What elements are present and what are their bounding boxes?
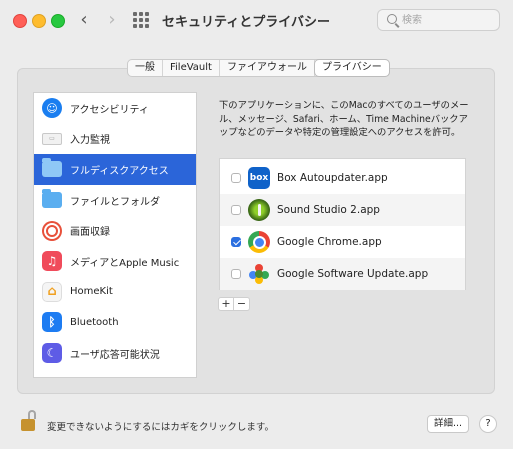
sidebar-item-label: ユーザ応答可能状況 xyxy=(70,349,160,361)
help-button[interactable]: ? xyxy=(479,415,497,433)
window-title: セキュリティとプライバシー xyxy=(162,15,330,30)
tab-bar: 一般 FileVault ファイアウォール プライバシー xyxy=(127,59,390,77)
music-icon: ♫ xyxy=(42,251,62,272)
list-item[interactable]: Sound Studio 2.app xyxy=(220,194,465,226)
sidebar-item-input-monitoring[interactable]: ▭ 入力監視 xyxy=(34,124,196,155)
security-privacy-window: ‹ › セキュリティとプライバシー 一般 FileVault ファイアウォール … xyxy=(0,0,513,449)
list-item[interactable]: Google Chrome.app xyxy=(220,226,465,258)
sidebar-item-media-apple-music[interactable]: ♫ メディアとApple Music xyxy=(34,246,196,277)
home-icon: ⌂ xyxy=(42,281,62,302)
tab-privacy[interactable]: プライバシー xyxy=(314,60,389,76)
sidebar-item-homekit[interactable]: ⌂ HomeKit xyxy=(34,277,196,308)
sidebar-item-label: 入力監視 xyxy=(70,135,110,147)
accessibility-icon: ☺ xyxy=(42,98,62,119)
chrome-icon xyxy=(248,231,270,253)
tab-general[interactable]: 一般 xyxy=(128,60,163,76)
forward-chevron-icon[interactable]: › xyxy=(102,10,122,30)
sidebar-item-label: Bluetooth xyxy=(70,316,119,328)
sidebar-item-focus-status[interactable]: ☾ ユーザ応答可能状況 xyxy=(34,338,196,369)
sidebar-item-bluetooth[interactable]: ᛒ Bluetooth xyxy=(34,307,196,338)
close-window-button[interactable] xyxy=(13,14,27,28)
app-name: Sound Studio 2.app xyxy=(277,204,380,216)
show-all-grid-icon[interactable] xyxy=(133,12,149,28)
sidebar-item-label: メディアとApple Music xyxy=(70,257,180,269)
app-checkbox[interactable] xyxy=(231,173,241,183)
app-name: Box Autoupdater.app xyxy=(277,172,388,184)
sidebar-item-label: ファイルとフォルダ xyxy=(70,196,160,208)
app-checkbox[interactable] xyxy=(231,237,241,247)
app-checkbox[interactable] xyxy=(231,205,241,215)
sidebar-item-label: 画面収録 xyxy=(70,227,110,239)
list-item[interactable]: box Box Autoupdater.app xyxy=(220,162,465,194)
sidebar-item-screen-recording[interactable]: 画面収録 xyxy=(34,215,196,246)
app-name: Google Chrome.app xyxy=(277,236,382,248)
screen-recording-icon xyxy=(42,220,62,241)
list-item[interactable]: Google Software Update.app xyxy=(220,258,465,290)
app-list[interactable]: box Box Autoupdater.app Sound Studio 2.a… xyxy=(219,158,466,290)
sidebar-item-label: フルディスクアクセス xyxy=(70,165,169,177)
tab-firewall[interactable]: ファイアウォール xyxy=(220,60,315,76)
lock-icon[interactable] xyxy=(21,410,36,432)
app-checkbox[interactable] xyxy=(231,269,241,279)
advanced-button[interactable]: 詳細... xyxy=(427,415,469,433)
privacy-category-list[interactable]: ☺ アクセシビリティ ▭ 入力監視 フルディスクアクセス ファイルとフォルダ 画… xyxy=(33,92,197,378)
folder-icon xyxy=(42,189,62,209)
bluetooth-icon: ᛒ xyxy=(42,312,62,333)
keyboard-icon: ▭ xyxy=(42,132,62,145)
search-icon xyxy=(387,14,397,24)
tab-filevault[interactable]: FileVault xyxy=(163,60,220,76)
sidebar-item-label: HomeKit xyxy=(70,286,113,298)
box-app-icon: box xyxy=(248,167,270,189)
zoom-window-button[interactable] xyxy=(51,14,65,28)
app-name: Google Software Update.app xyxy=(277,268,429,280)
folder-icon xyxy=(42,158,62,178)
sidebar-item-files-and-folders[interactable]: ファイルとフォルダ xyxy=(34,185,196,216)
back-chevron-icon[interactable]: ‹ xyxy=(74,10,94,30)
minimize-window-button[interactable] xyxy=(32,14,46,28)
remove-app-button[interactable]: − xyxy=(234,297,250,311)
search-input[interactable] xyxy=(402,12,492,28)
sidebar-item-accessibility[interactable]: ☺ アクセシビリティ xyxy=(34,93,196,124)
search-field[interactable] xyxy=(377,9,500,31)
lock-hint-text: 変更できないようにするにはカギをクリックします。 xyxy=(47,422,274,433)
focus-moon-icon: ☾ xyxy=(42,343,62,364)
title-bar: ‹ › セキュリティとプライバシー xyxy=(0,0,513,40)
description-text: 下のアプリケーションに、このMacのすべてのユーザのメール、メッセージ、Safa… xyxy=(219,100,469,138)
add-app-button[interactable]: + xyxy=(218,297,234,311)
sound-studio-icon xyxy=(248,199,270,221)
google-software-update-icon xyxy=(248,263,270,285)
sidebar-item-full-disk-access[interactable]: フルディスクアクセス xyxy=(34,154,196,185)
sidebar-item-label: アクセシビリティ xyxy=(70,104,149,116)
